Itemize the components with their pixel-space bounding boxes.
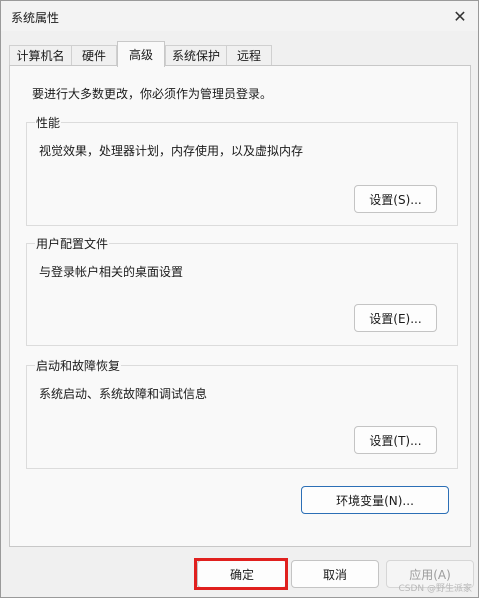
system-properties-dialog: 系统属性 ✕ 计算机名 硬件 高级 系统保护 远程 要进行大多数更改，你必须作为… [0, 0, 479, 598]
advanced-tab-panel: 要进行大多数更改，你必须作为管理员登录。 性能 视觉效果，处理器计划，内存使用，… [9, 65, 471, 547]
tab-hardware[interactable]: 硬件 [71, 45, 117, 65]
ok-button[interactable]: 确定 [197, 560, 287, 588]
startup-recovery-group: 启动和故障恢复 系统启动、系统故障和调试信息 设置(T)... [26, 357, 458, 469]
user-profiles-group-label: 用户配置文件 [35, 235, 110, 252]
tab-system-protection[interactable]: 系统保护 [165, 45, 227, 65]
environment-variables-button[interactable]: 环境变量(N)... [301, 486, 449, 514]
cancel-button[interactable]: 取消 [291, 560, 379, 588]
performance-description: 视觉效果，处理器计划，内存使用，以及虚拟内存 [39, 144, 304, 158]
startup-recovery-settings-button[interactable]: 设置(T)... [354, 426, 437, 454]
user-profiles-settings-button[interactable]: 设置(E)... [354, 304, 437, 332]
user-profiles-group: 用户配置文件 与登录帐户相关的桌面设置 设置(E)... [26, 235, 458, 346]
tab-computer-name[interactable]: 计算机名 [9, 45, 72, 65]
startup-recovery-description: 系统启动、系统故障和调试信息 [39, 387, 208, 401]
performance-group: 性能 视觉效果，处理器计划，内存使用，以及虚拟内存 设置(S)... [26, 114, 458, 226]
tab-advanced[interactable]: 高级 [117, 41, 165, 67]
startup-recovery-group-label: 启动和故障恢复 [35, 357, 122, 374]
performance-settings-button[interactable]: 设置(S)... [354, 185, 437, 213]
watermark: CSDN @野生派家 [398, 584, 472, 594]
tab-remote[interactable]: 远程 [226, 45, 272, 65]
title-bar: 系统属性 ✕ [1, 1, 478, 31]
performance-group-label: 性能 [35, 114, 62, 131]
user-profiles-description: 与登录帐户相关的桌面设置 [39, 265, 184, 279]
close-icon: ✕ [453, 6, 467, 26]
admin-notice: 要进行大多数更改，你必须作为管理员登录。 [32, 87, 273, 101]
window-title: 系统属性 [11, 11, 60, 25]
close-button[interactable]: ✕ [442, 1, 478, 31]
